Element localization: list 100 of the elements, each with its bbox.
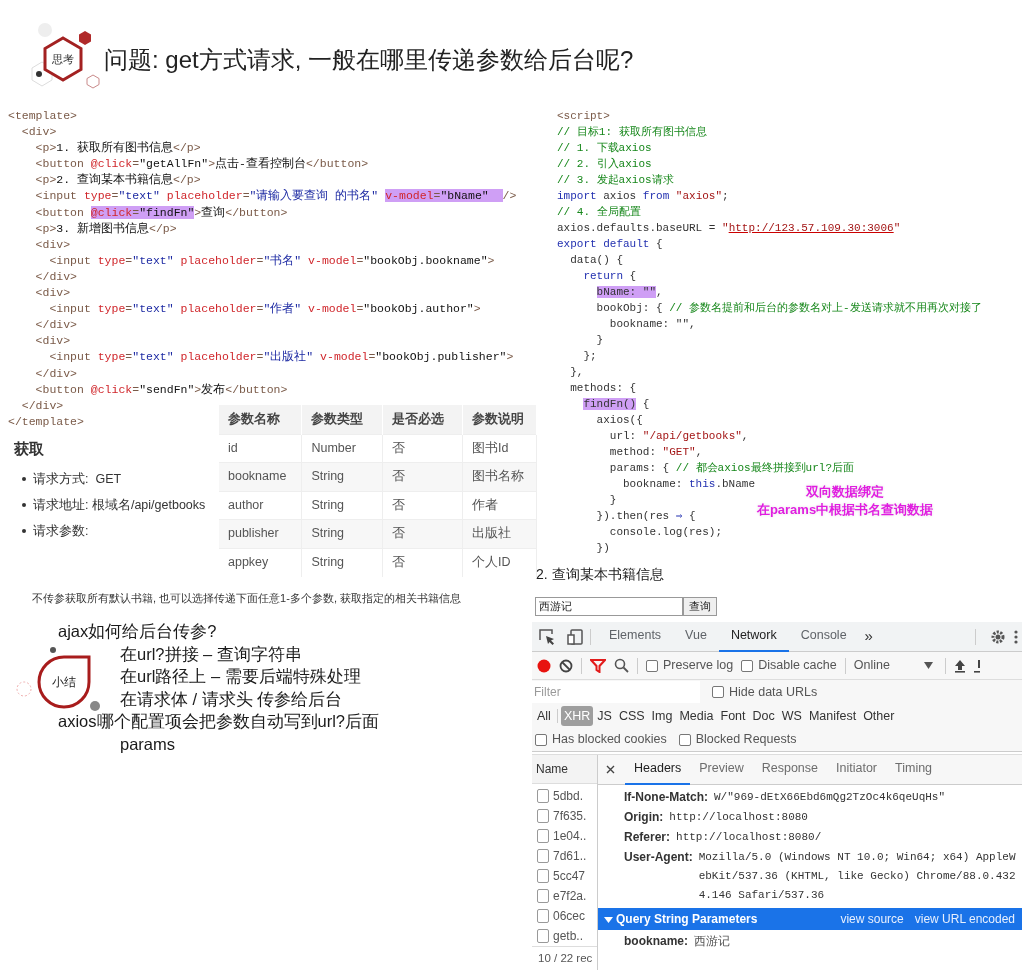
note-text: 不传参获取所有默认书籍, 也可以选择传递下面任意1-多个参数, 获取指定的相关书籍信息 [32,591,461,606]
checkbox-label[interactable]: Has blocked cookies [552,730,667,749]
param-name: bookname: [624,934,688,948]
checkbox-label[interactable]: Preserve log [663,656,734,675]
file-icon [537,849,549,864]
type-filter[interactable]: Media [676,705,717,727]
close-icon[interactable] [606,765,615,774]
hexagon-outline-icon [86,74,100,89]
header-name: Referer: [624,829,671,846]
table-cell: 否 [382,548,463,577]
header-value: http://localhost:8080/ [676,830,822,845]
upload-icon[interactable] [953,658,966,673]
request-row[interactable]: 7f635. [532,806,597,827]
checkbox-label[interactable]: Disable cache [758,656,837,675]
code-line: // 2. 引入axios [557,157,652,172]
request-row[interactable]: 5dbd. [532,786,597,807]
bullet-icon [22,503,26,508]
section-header[interactable]: Query String Parameters view source view URL encoded [598,908,1022,930]
checkbox-label[interactable]: Blocked Requests [695,730,797,749]
code-line: bookname: this.bName [623,477,756,492]
checkbox-label[interactable]: Hide data URLs [729,682,818,702]
checkbox[interactable] [535,733,547,746]
request-row[interactable]: 1e04.. [532,826,597,847]
status-text: 10 / 22 rec [532,946,597,970]
list-item-text: 请求地址: 根域名/api/getbooks [33,496,206,514]
code-line: // 1. 下载axios [557,141,652,156]
checkbox[interactable] [678,733,691,746]
view-link[interactable]: view source [840,910,904,928]
throttling-select[interactable]: Online [853,656,937,675]
more-options-icon[interactable] [1014,628,1018,645]
list-item-text: 请求方式: GET [33,471,122,488]
view-link[interactable]: view URL encoded [914,910,1016,928]
search-icon[interactable] [614,658,629,673]
clear-icon[interactable] [559,658,573,673]
settings-icon[interactable] [990,628,1006,645]
checkbox[interactable] [646,659,658,672]
file-icon [537,889,549,904]
inspect-icon[interactable] [538,627,556,646]
section-heading: 2. 查询某本书籍信息 [536,565,664,584]
detail-tab[interactable]: Response [752,754,827,785]
detail-tab[interactable]: Initiator [827,754,886,785]
more-tabs-button[interactable]: » [858,625,879,648]
annotation-text: 在params中根据书名查询数据 [756,501,934,519]
caret-icon[interactable] [604,914,613,924]
bullet-icon [22,528,26,533]
devtools-tab[interactable]: Elements [597,622,674,652]
table-cell: String [301,548,383,577]
record-icon[interactable] [537,658,551,673]
code-line: <div> [21,124,57,141]
type-filter[interactable]: Manifest [805,705,860,727]
code-line: findFn() { [583,397,650,412]
slide-title: 问题: get方式请求, 一般在哪里传递参数给后台呢? [104,45,634,75]
summary-line: 在url路径上 – 需要后端特殊处理 [120,666,361,687]
devtools-tab[interactable]: Vue [673,622,719,652]
checkbox[interactable] [741,659,754,672]
devtools-tab[interactable]: Console [788,622,859,652]
code-line: return { [583,269,637,284]
type-filter[interactable]: Other [860,705,898,727]
type-filter[interactable]: CSS [615,705,648,727]
type-filter[interactable]: All [534,705,554,727]
header-value: W/"969-dEtX66Ebd6mQg2TzOc4k6qeUqHs" [714,790,946,805]
type-filter[interactable]: Doc [749,705,778,727]
request-row[interactable]: 5cc47 [532,866,597,887]
filter-icon[interactable] [590,658,606,673]
request-row[interactable]: e7f2a. [532,886,597,907]
request-row[interactable]: 7d61.. [532,846,597,867]
table-cell: 个人ID [462,548,537,577]
code-line: params: { // 都会axios最终拼接到url?后面 [609,461,855,476]
checkbox[interactable] [712,686,724,698]
detail-tab[interactable]: Headers [625,754,691,785]
summary-line: axios哪个配置项会把参数自动写到url?后面 [58,711,380,732]
type-filter[interactable]: Font [717,705,749,727]
file-icon [537,789,549,804]
code-line: }) [596,541,610,556]
summary-line: ajax如何给后台传参? [58,621,217,642]
request-row[interactable]: 06cec [532,906,597,927]
detail-tab[interactable]: Preview [690,754,753,785]
type-filter[interactable]: Img [648,705,676,727]
summary-line: params [120,733,176,755]
search-field[interactable]: 西游记 [535,597,683,616]
code-line: }, [570,365,584,380]
type-filter[interactable]: WS [778,705,805,727]
caret-icon[interactable] [923,662,933,669]
code-line: <div> [35,333,71,350]
download-icon[interactable] [973,658,980,673]
code-line: }; [583,349,597,364]
bullet-icon [22,477,26,482]
detail-tab[interactable]: Timing [886,754,942,785]
code-line: bookObj: { // 参数名提前和后台的参数名对上-发送请求就不用再次对接了 [596,301,982,316]
query-button[interactable]: 查询 [683,597,717,616]
filter-field[interactable]: Filter [532,681,700,703]
code-line: <p>2. 查询某本书籍信息</p> [35,172,201,189]
code-line: axios.defaults.baseURL = "http://123.57.109.30:3006" [557,221,901,236]
request-row[interactable]: getb.. [532,926,597,947]
code-line: data() { [570,253,623,268]
section-title: Query String Parameters [616,911,758,928]
device-icon[interactable] [566,627,584,646]
code-line: }).then(res ⇒ { [596,509,696,524]
header-name: Origin: [624,809,664,826]
type-filter[interactable]: JS [594,705,615,727]
